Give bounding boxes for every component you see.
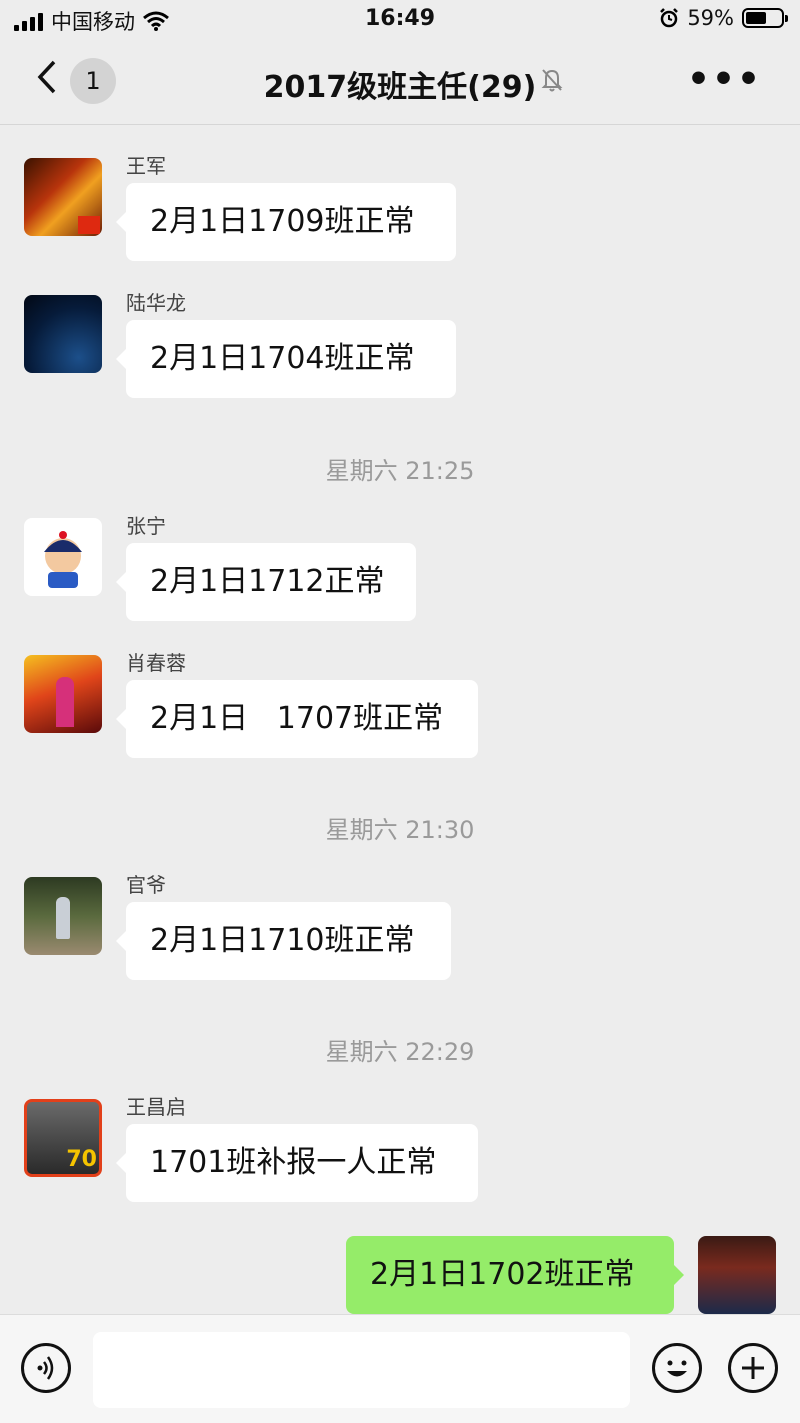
avatar[interactable] xyxy=(24,655,102,733)
plus-icon xyxy=(742,1357,764,1379)
battery-percent: 59% xyxy=(687,6,734,30)
sender-name: 王军 xyxy=(126,154,166,178)
avatar[interactable] xyxy=(24,295,102,373)
alarm-icon xyxy=(660,8,679,28)
more-functions-button[interactable] xyxy=(728,1343,778,1393)
input-bar xyxy=(0,1314,800,1423)
message-bubble[interactable]: 2月1日1712正常 xyxy=(116,543,416,621)
avatar[interactable] xyxy=(24,877,102,955)
timestamp: 星期六 21:30 xyxy=(325,816,475,844)
page-title: 2017级班主任(29) xyxy=(263,70,537,105)
mute-bell-icon xyxy=(541,69,563,92)
avatar[interactable] xyxy=(24,158,102,236)
avatar[interactable]: 70 xyxy=(24,1099,102,1177)
chat-header: 1 2017级班主任(29) ••• xyxy=(0,40,800,125)
message-bubble[interactable]: 2月1日1710班正常 xyxy=(116,902,451,980)
battery-icon xyxy=(742,8,788,28)
voice-icon xyxy=(37,1356,54,1380)
timestamp: 星期六 22:29 xyxy=(325,1038,475,1066)
message-input[interactable] xyxy=(93,1332,630,1408)
cartoon-avatar-icon xyxy=(44,531,82,588)
message-bubble[interactable]: 2月1日1704班正常 xyxy=(116,320,456,398)
smiley-icon xyxy=(667,1360,687,1377)
message-bubble[interactable]: 2月1日1709班正常 xyxy=(116,183,456,261)
sender-name: 肖春蓉 xyxy=(126,651,186,675)
sender-name: 张宁 xyxy=(126,514,166,538)
message-bubble[interactable]: 1701班补报一人正常 xyxy=(116,1124,478,1202)
sender-name: 王昌启 xyxy=(126,1095,186,1119)
timestamp: 星期六 21:25 xyxy=(325,457,475,485)
more-options-button[interactable]: ••• xyxy=(687,62,762,98)
voice-input-button[interactable] xyxy=(21,1343,71,1393)
sender-name: 陆华龙 xyxy=(126,291,186,315)
badge-70: 70 xyxy=(66,1147,97,1172)
message-bubble[interactable]: 2月1日 1707班正常 xyxy=(116,680,478,758)
emoji-button[interactable] xyxy=(652,1343,702,1393)
message-bubble-own[interactable]: 2月1日1702班正常 xyxy=(346,1236,684,1314)
avatar[interactable] xyxy=(24,518,102,596)
own-avatar[interactable] xyxy=(698,1236,776,1314)
flag-icon xyxy=(78,216,100,234)
sender-name: 官爷 xyxy=(126,873,166,897)
status-bar: 中国移动 16:49 59% xyxy=(0,0,800,40)
